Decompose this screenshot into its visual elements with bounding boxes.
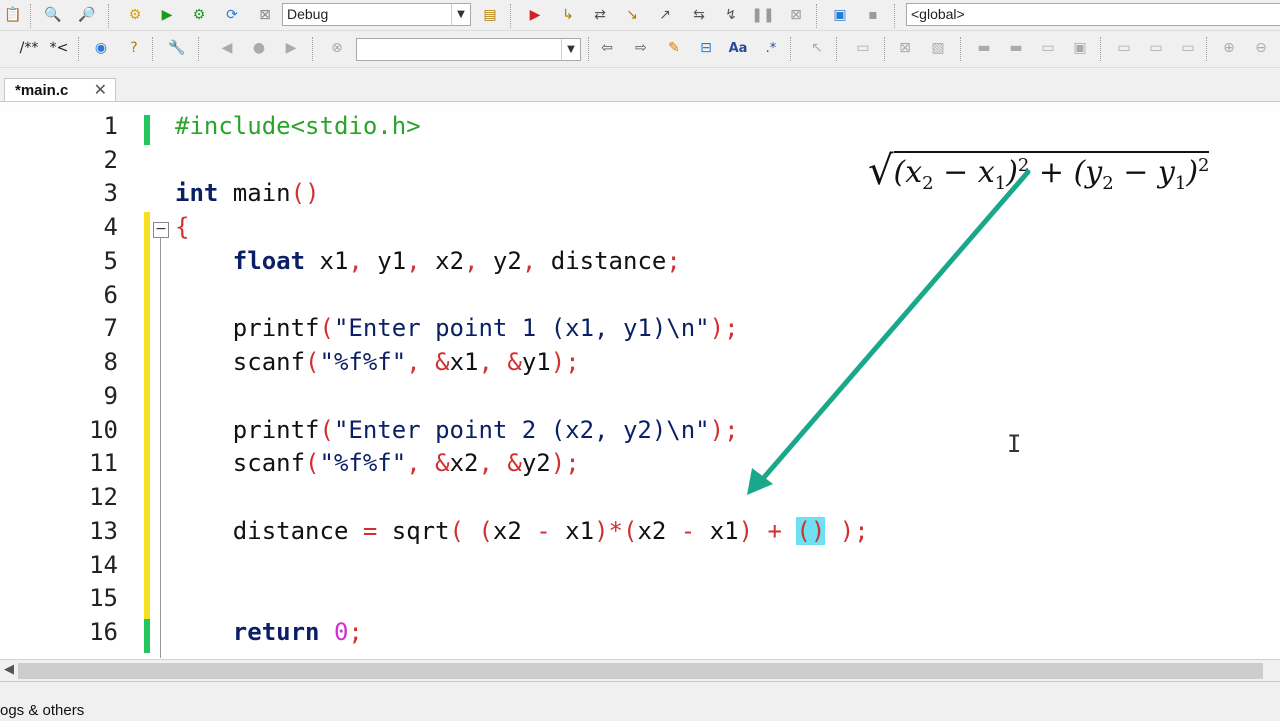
scroll-left-icon[interactable]: ◀: [4, 662, 14, 677]
text-cursor-icon: I: [1007, 430, 1022, 458]
scrollbar-thumb[interactable]: [18, 663, 1263, 679]
annotation-layer: [747, 169, 1031, 495]
logs-panel: ogs & others: [0, 681, 1280, 721]
horizontal-scrollbar[interactable]: ◀: [0, 659, 1280, 682]
logs-tab[interactable]: ogs & others: [0, 702, 84, 719]
annotation-arrow: [757, 169, 1031, 485]
